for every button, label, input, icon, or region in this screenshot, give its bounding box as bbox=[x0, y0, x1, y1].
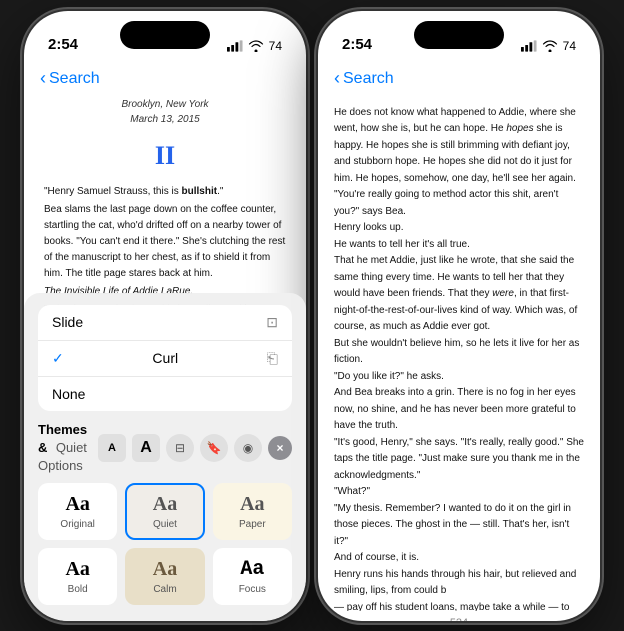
book-location: Brooklyn, New York bbox=[44, 97, 286, 113]
theme-calm-label: Calm bbox=[135, 584, 194, 595]
font-controls: A A ⊟ 🔖 ◉ × bbox=[98, 434, 292, 462]
right-para-11: "My thesis. Remember? I wanted to do it … bbox=[334, 501, 584, 551]
transition-none[interactable]: None bbox=[38, 377, 292, 411]
wifi-icon-right bbox=[542, 40, 558, 52]
theme-paper-card[interactable]: Aa Paper bbox=[213, 483, 292, 540]
theme-quiet-label: Quiet bbox=[135, 519, 194, 530]
chapter-number: II bbox=[44, 136, 286, 176]
none-label: None bbox=[52, 386, 85, 402]
nav-bar-left: ‹ Search bbox=[24, 61, 306, 97]
theme-calm-preview: Aa bbox=[135, 558, 194, 581]
theme-original-card[interactable]: Aa Original bbox=[38, 483, 117, 540]
theme-paper-label: Paper bbox=[223, 519, 282, 530]
right-para-13: Henry runs his hands through his hair, b… bbox=[334, 567, 584, 600]
nav-bar-right: ‹ Search bbox=[318, 61, 600, 97]
theme-focus-card[interactable]: Aa Focus bbox=[213, 548, 292, 605]
status-icons-left: 74 bbox=[227, 39, 282, 53]
theme-quiet-preview: Aa bbox=[135, 493, 194, 516]
dynamic-island-right bbox=[414, 21, 504, 49]
themes-header: Themes & Quiet Options A A ⊟ 🔖 ◉ × bbox=[38, 421, 292, 475]
theme-bold-label: Bold bbox=[48, 584, 107, 595]
back-icon-left: ‹ bbox=[40, 68, 46, 89]
format-icon-btn[interactable]: ⊟ bbox=[166, 434, 194, 462]
battery-right: 74 bbox=[563, 39, 576, 53]
right-para-2: "You're really going to method actor thi… bbox=[334, 187, 584, 220]
time-right: 2:54 bbox=[342, 36, 372, 53]
right-phone: 2:54 74 ‹ Search bbox=[318, 11, 600, 621]
book-content-right: He does not know what happened to Addie,… bbox=[318, 97, 600, 611]
book-date: March 13, 2015 bbox=[44, 112, 286, 128]
book-title: Brooklyn, New York March 13, 2015 bbox=[44, 97, 286, 128]
para-1: "Henry Samuel Strauss, this is bullshit.… bbox=[44, 184, 286, 200]
curl-checkmark: ✓ bbox=[52, 350, 64, 367]
wifi-icon bbox=[248, 40, 264, 52]
right-para-3: Henry looks up. bbox=[334, 220, 584, 237]
signal-icon-right bbox=[521, 40, 537, 52]
slide-icon: ⊡ bbox=[266, 314, 278, 331]
dynamic-island bbox=[120, 21, 210, 49]
right-para-1: He does not know what happened to Addie,… bbox=[334, 105, 584, 188]
eye-icon-btn[interactable]: ◉ bbox=[234, 434, 262, 462]
font-small-btn[interactable]: A bbox=[98, 434, 126, 462]
page-number-bar: 524 bbox=[318, 611, 600, 621]
back-icon-right: ‹ bbox=[334, 68, 340, 89]
theme-bold-card[interactable]: Aa Bold bbox=[38, 548, 117, 605]
right-para-8: And Bea breaks into a grin. There is no … bbox=[334, 385, 584, 435]
right-para-14: — pay off his student loans, maybe take … bbox=[334, 600, 584, 611]
transition-curl[interactable]: ✓ Curl ⎗ bbox=[38, 341, 292, 377]
overlay-panel: Slide ⊡ ✓ Curl ⎗ None Themes & Quiet Opt… bbox=[24, 293, 306, 621]
theme-focus-preview: Aa bbox=[223, 558, 282, 581]
phones-container: 2:54 74 ‹ Search bbox=[24, 11, 600, 621]
left-phone: 2:54 74 ‹ Search bbox=[24, 11, 306, 621]
transition-slide[interactable]: Slide ⊡ bbox=[38, 305, 292, 341]
status-icons-right: 74 bbox=[521, 39, 576, 53]
right-para-9: "It's good, Henry," she says. "It's real… bbox=[334, 435, 584, 485]
battery-left: 74 bbox=[269, 39, 282, 53]
themes-section-label: Themes & Quiet Options bbox=[38, 421, 98, 475]
font-large-btn[interactable]: A bbox=[132, 434, 160, 462]
theme-original-preview: Aa bbox=[48, 493, 107, 516]
transition-options: Slide ⊡ ✓ Curl ⎗ None bbox=[38, 305, 292, 411]
back-button-left[interactable]: ‹ Search bbox=[40, 68, 100, 89]
page-number: 524 bbox=[450, 617, 468, 621]
signal-icon bbox=[227, 40, 243, 52]
theme-focus-label: Focus bbox=[223, 584, 282, 595]
right-para-10: "What?" bbox=[334, 484, 584, 501]
curl-icon: ⎗ bbox=[267, 350, 278, 367]
close-overlay-btn[interactable]: × bbox=[268, 436, 292, 460]
curl-label: Curl bbox=[152, 350, 178, 366]
right-para-6: But she wouldn't believe him, so he lets… bbox=[334, 336, 584, 369]
theme-paper-preview: Aa bbox=[223, 493, 282, 516]
back-button-right[interactable]: ‹ Search bbox=[334, 68, 394, 89]
right-para-12: And of course, it is. bbox=[334, 550, 584, 567]
back-label-left: Search bbox=[49, 70, 100, 88]
theme-quiet-card[interactable]: Aa Quiet bbox=[125, 483, 204, 540]
slide-label: Slide bbox=[52, 314, 83, 330]
para-2: Bea slams the last page down on the coff… bbox=[44, 202, 286, 282]
time-left: 2:54 bbox=[48, 36, 78, 53]
right-para-4: He wants to tell her it's all true. bbox=[334, 237, 584, 254]
back-label-right: Search bbox=[343, 70, 394, 88]
right-para-5: That he met Addie, just like he wrote, t… bbox=[334, 253, 584, 336]
bookmark-icon-btn[interactable]: 🔖 bbox=[200, 434, 228, 462]
theme-original-label: Original bbox=[48, 519, 107, 530]
right-para-7: "Do you like it?" he asks. bbox=[334, 369, 584, 386]
theme-grid: Aa Original Aa Quiet Aa Paper Aa Bold Aa bbox=[38, 483, 292, 605]
theme-bold-preview: Aa bbox=[48, 558, 107, 581]
theme-calm-card[interactable]: Aa Calm bbox=[125, 548, 204, 605]
